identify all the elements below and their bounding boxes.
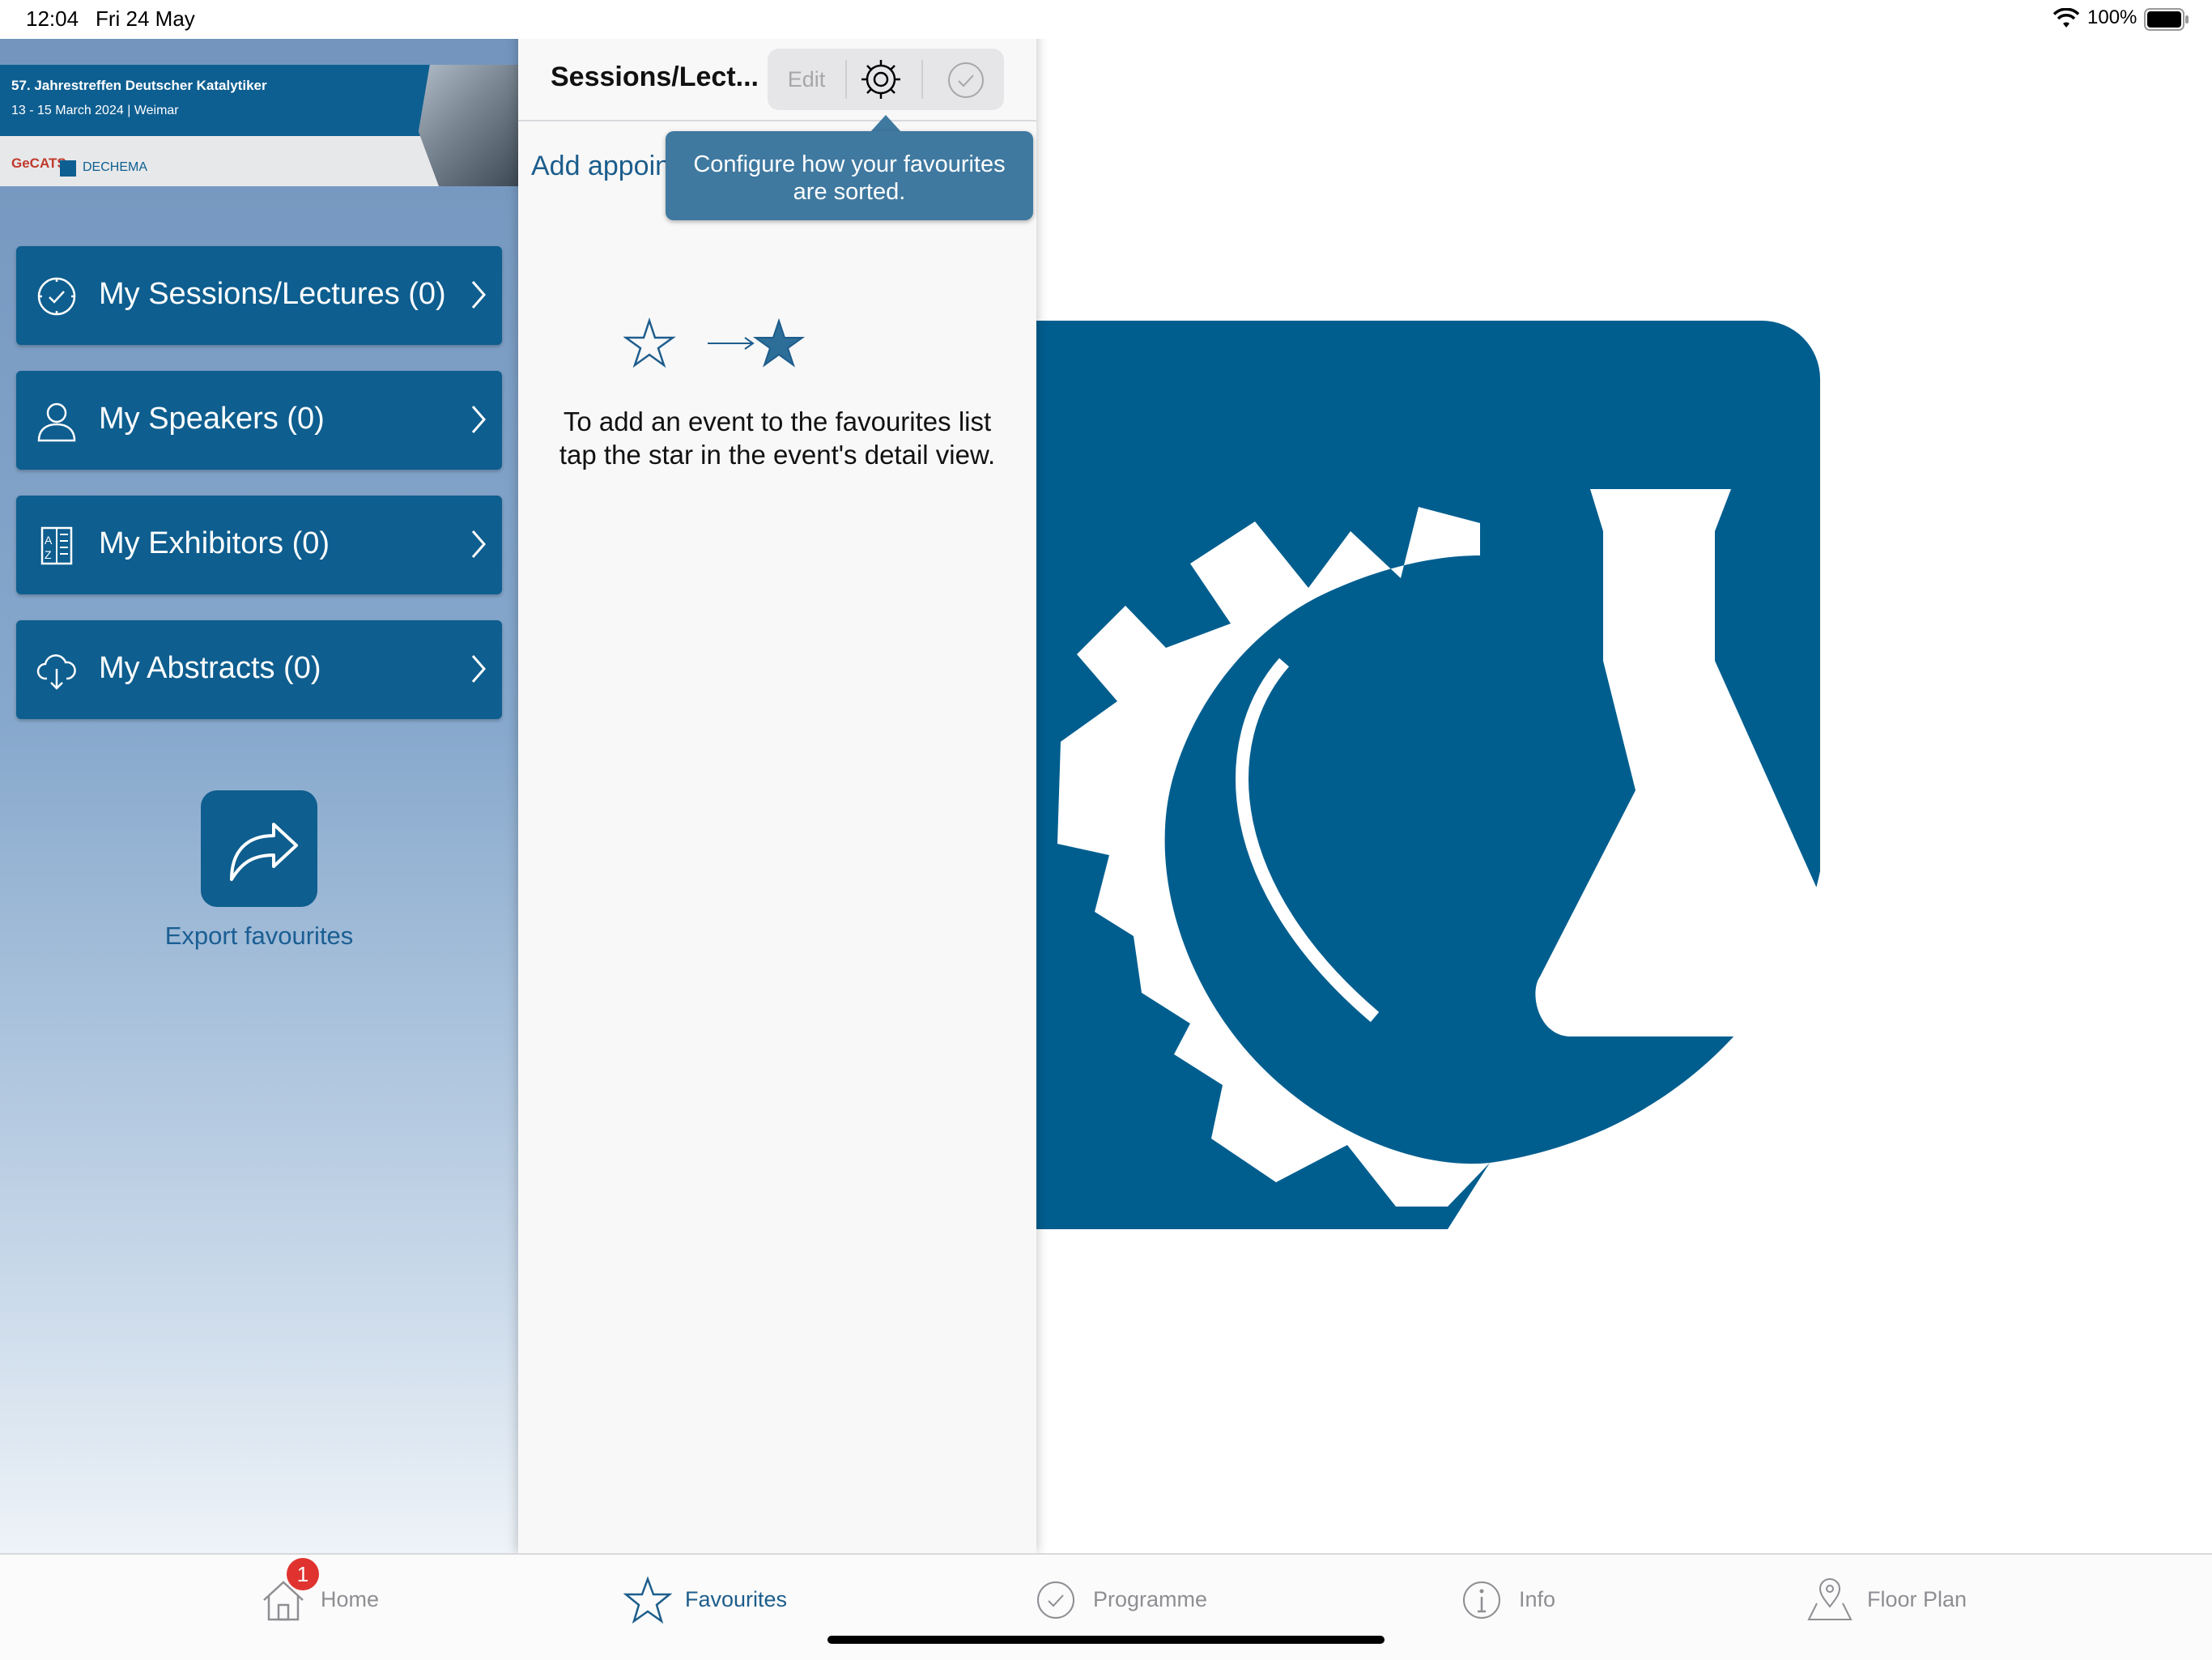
- battery-percentage: 100%: [2087, 6, 2138, 28]
- my-sessions-label: My Sessions/Lectures (0): [99, 277, 446, 311]
- status-bar: 12:04 Fri 24 May 100%: [0, 0, 2212, 39]
- segment-divider: [845, 60, 847, 99]
- tab-home[interactable]: Home: [259, 1576, 405, 1624]
- wifi-icon: [2053, 8, 2079, 28]
- star-illustration: [623, 317, 806, 368]
- cloud-download-icon: [36, 654, 76, 690]
- star-icon: [623, 1576, 672, 1624]
- chevron-right-icon: [471, 530, 486, 558]
- gear-icon[interactable]: [858, 57, 904, 102]
- tab-programme-label: Programme: [1093, 1587, 1208, 1611]
- tab-programme[interactable]: Programme: [1032, 1576, 1226, 1624]
- tab-info[interactable]: Info: [1457, 1576, 1603, 1624]
- my-speakers-button[interactable]: My Speakers (0): [16, 371, 502, 470]
- my-exhibitors-label: My Exhibitors (0): [99, 526, 330, 560]
- chevron-right-icon: [471, 406, 486, 433]
- my-exhibitors-button[interactable]: A Z My Exhibitors (0): [16, 496, 502, 594]
- clock-icon: [1037, 1581, 1074, 1619]
- az-list-icon: A Z: [40, 526, 73, 565]
- edit-button[interactable]: Edit: [768, 49, 845, 110]
- tab-info-label: Info: [1519, 1587, 1556, 1611]
- tab-home-label: Home: [321, 1587, 380, 1611]
- empty-state-hint: To add an event to the favourites list t…: [559, 406, 996, 470]
- favourites-sidebar: 57. Jahrestreffen Deutscher Katalytiker …: [0, 39, 518, 1553]
- tab-favourites[interactable]: Favourites: [623, 1576, 818, 1624]
- svg-text:Z: Z: [45, 548, 52, 561]
- header-divider: [518, 120, 1036, 121]
- event-banner: 57. Jahrestreffen Deutscher Katalytiker …: [0, 65, 518, 186]
- banner-title: 57. Jahrestreffen Deutscher Katalytiker: [11, 78, 267, 93]
- my-sessions-button[interactable]: My Sessions/Lectures (0): [16, 246, 502, 345]
- clock-check-icon: [37, 277, 76, 316]
- star-outline-icon: [623, 317, 676, 368]
- gecats-logo: GeCATS: [11, 155, 66, 171]
- svg-text:A: A: [45, 534, 53, 547]
- my-speakers-label: My Speakers (0): [99, 402, 325, 436]
- info-icon: [1463, 1581, 1500, 1619]
- tab-floor-plan[interactable]: Floor Plan: [1806, 1576, 2000, 1624]
- tab-bar: Home Favourites Programme Info Floor Pla…: [0, 1553, 2212, 1660]
- toolbar-segment: Edit: [768, 49, 1004, 110]
- tab-favourites-label: Favourites: [685, 1587, 788, 1611]
- dechema-logo-mark: [60, 160, 76, 177]
- tooltip-text: Configure how your favourites are sorted…: [693, 151, 1006, 205]
- export-favourites-button[interactable]: [201, 790, 317, 907]
- home-indicator: [827, 1636, 1385, 1644]
- share-arrow-icon: [230, 823, 298, 881]
- panel-title: Sessions/Lect...: [551, 62, 759, 92]
- chevron-right-icon: [471, 655, 486, 683]
- sort-tooltip: Configure how your favourites are sorted…: [666, 131, 1033, 220]
- segment-divider: [921, 60, 923, 99]
- chevron-right-icon: [471, 281, 486, 309]
- map-pin-icon: [1807, 1578, 1853, 1620]
- my-abstracts-button[interactable]: My Abstracts (0): [16, 620, 502, 719]
- tooltip-arrow: [870, 115, 902, 133]
- dechema-logo: DECHEMA: [83, 160, 148, 174]
- export-favourites-label[interactable]: Export favourites: [0, 922, 518, 951]
- my-abstracts-label: My Abstracts (0): [99, 651, 321, 685]
- status-date: Fri 24 May: [96, 6, 195, 31]
- status-time: 12:04: [26, 6, 79, 31]
- clock-check-icon[interactable]: [946, 60, 986, 100]
- app-logo: [1036, 321, 1820, 1229]
- favourites-list-panel: Sessions/Lect... Edit Add appointment Co…: [518, 0, 1036, 1553]
- tab-floor-plan-label: Floor Plan: [1867, 1587, 1967, 1611]
- battery-icon: [2144, 8, 2189, 31]
- arrow-right-icon: [708, 337, 755, 350]
- notification-badge: 1: [287, 1558, 319, 1590]
- banner-subtitle: 13 - 15 March 2024 | Weimar: [11, 104, 179, 117]
- star-filled-icon: [752, 317, 806, 368]
- person-icon: [37, 402, 76, 442]
